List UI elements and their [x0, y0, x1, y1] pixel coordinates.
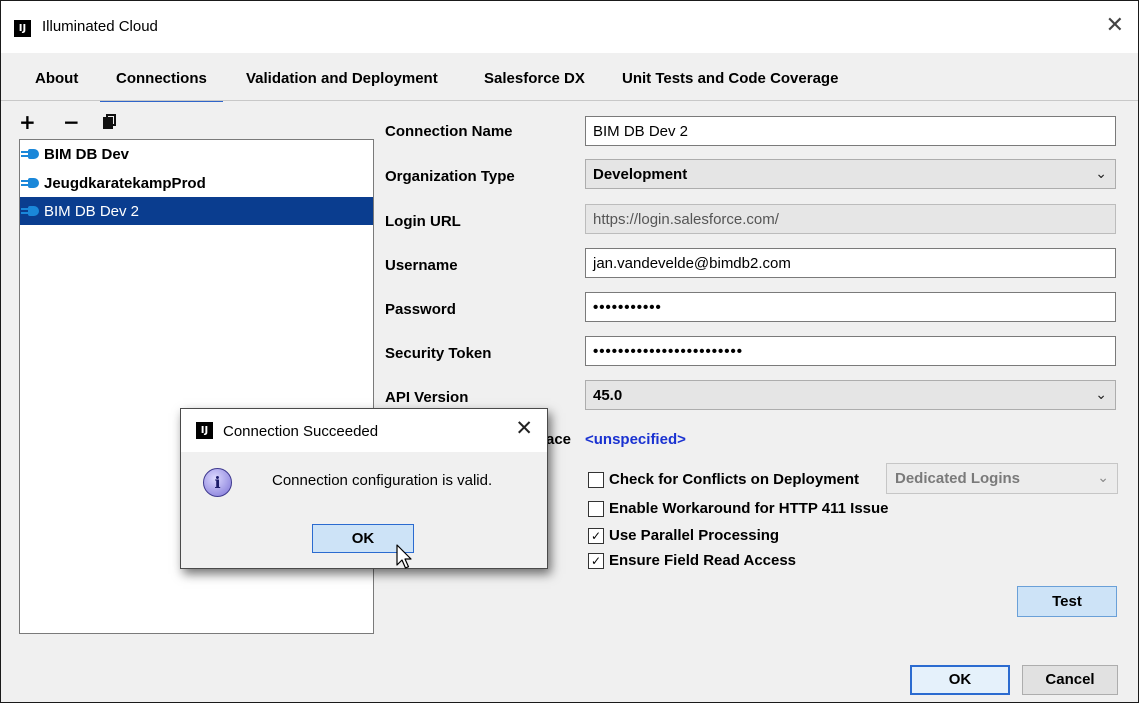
tab-salesforce-dx[interactable]: Salesforce DX: [484, 70, 585, 87]
api-version-select[interactable]: 45.0 ⌄: [585, 380, 1116, 410]
workaround-411-checkbox[interactable]: [588, 501, 604, 517]
connection-succeeded-dialog: IJ Connection Succeeded ✕ i Connection c…: [180, 408, 548, 569]
ok-button[interactable]: OK: [910, 665, 1010, 695]
connection-name-label: Connection Name: [385, 123, 513, 140]
password-label: Password: [385, 301, 456, 318]
namespace-label: ace: [546, 431, 572, 448]
security-token-label: Security Token: [385, 345, 492, 362]
dialog-message: Connection configuration is valid.: [272, 472, 493, 489]
field-read-access-label: Ensure Field Read Access: [609, 552, 797, 569]
connection-label: BIM DB Dev 2: [44, 203, 140, 220]
username-field[interactable]: jan.vandevelde@bimdb2.com: [585, 248, 1116, 278]
window-title: Illuminated Cloud: [42, 18, 158, 35]
settings-window: IJ Illuminated Cloud ✕ About Connections…: [0, 0, 1139, 703]
app-logo-icon: IJ: [14, 20, 31, 37]
security-token-field[interactable]: ••••••••••••••••••••••••: [585, 336, 1116, 366]
add-icon[interactable]: +: [19, 112, 36, 132]
app-logo-icon: IJ: [196, 422, 213, 439]
chevron-down-icon: ⌄: [1095, 387, 1107, 403]
dedicated-logins-value: Dedicated Logins: [895, 470, 1021, 487]
plug-icon: [21, 149, 39, 159]
dialog-title: Connection Succeeded: [223, 423, 379, 440]
plug-icon: [21, 178, 39, 188]
info-icon: i: [203, 468, 232, 497]
chevron-down-icon: ⌄: [1097, 470, 1109, 486]
organization-type-label: Organization Type: [385, 168, 515, 185]
close-icon[interactable]: ✕: [1106, 13, 1124, 38]
tab-validation-and-deployment[interactable]: Validation and Deployment: [246, 70, 438, 87]
copy-icon[interactable]: [103, 114, 116, 129]
organization-type-value: Development: [593, 166, 688, 183]
connection-name-field[interactable]: BIM DB Dev 2: [585, 116, 1116, 146]
tab-divider: [1, 100, 1138, 101]
cancel-button[interactable]: Cancel: [1022, 665, 1118, 695]
tab-about[interactable]: About: [35, 70, 78, 87]
list-item[interactable]: BIM DB Dev: [20, 140, 373, 168]
mouse-cursor-icon: [396, 544, 412, 569]
username-label: Username: [385, 257, 458, 274]
test-button[interactable]: Test: [1017, 586, 1117, 617]
tab-bar: About Connections Validation and Deploym…: [1, 53, 1138, 102]
field-read-access-checkbox[interactable]: ✓: [588, 553, 604, 569]
check-conflicts-label: Check for Conflicts on Deployment: [609, 471, 860, 488]
dedicated-logins-select: Dedicated Logins ⌄: [886, 463, 1118, 494]
connection-label: BIM DB Dev: [44, 146, 130, 163]
organization-type-select[interactable]: Development ⌄: [585, 159, 1116, 189]
title-bar: IJ Illuminated Cloud ✕: [1, 1, 1138, 53]
dialog-title-bar: IJ Connection Succeeded ✕: [181, 409, 547, 452]
parallel-processing-checkbox[interactable]: ✓: [588, 528, 604, 544]
login-url-field: https://login.salesforce.com/: [585, 204, 1116, 234]
chevron-down-icon: ⌄: [1095, 166, 1107, 182]
login-url-label: Login URL: [385, 213, 461, 230]
tab-unit-tests[interactable]: Unit Tests and Code Coverage: [622, 70, 838, 87]
remove-icon[interactable]: −: [63, 112, 80, 132]
api-version-value: 45.0: [593, 387, 623, 404]
check-conflicts-checkbox[interactable]: [588, 472, 604, 488]
parallel-processing-label: Use Parallel Processing: [609, 527, 780, 544]
connection-label: JeugdkaratekampProd: [44, 175, 206, 192]
list-item[interactable]: JeugdkaratekampProd: [20, 169, 373, 197]
tab-connections[interactable]: Connections: [100, 70, 223, 102]
plug-icon: [21, 206, 39, 216]
namespace-link[interactable]: <unspecified>: [585, 431, 686, 448]
password-field[interactable]: •••••••••••: [585, 292, 1116, 322]
close-icon[interactable]: ✕: [515, 416, 533, 440]
list-item-selected[interactable]: BIM DB Dev 2: [20, 197, 373, 225]
api-version-label: API Version: [385, 389, 469, 406]
workaround-411-label: Enable Workaround for HTTP 411 Issue: [609, 500, 889, 517]
